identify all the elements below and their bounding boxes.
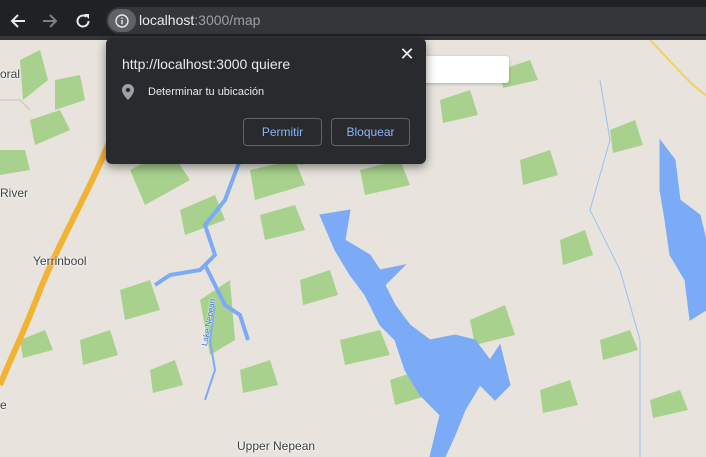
browser-toolbar: localhost:3000/map bbox=[0, 0, 706, 40]
url-text: localhost:3000/map bbox=[139, 12, 260, 28]
reload-button[interactable] bbox=[70, 8, 96, 34]
permission-row: Determinar tu ubicación bbox=[122, 84, 264, 100]
url-path: :3000/map bbox=[194, 12, 261, 28]
road bbox=[649, 40, 706, 96]
permission-title: http://localhost:3000 quiere bbox=[122, 56, 291, 72]
water-bodies bbox=[153, 138, 706, 457]
map-label: oral bbox=[0, 67, 21, 81]
close-button[interactable]: ✕ bbox=[397, 44, 417, 64]
map-label: e bbox=[0, 398, 7, 412]
back-button[interactable] bbox=[5, 8, 31, 34]
close-icon: ✕ bbox=[399, 43, 415, 64]
block-button[interactable]: Bloquear bbox=[331, 118, 410, 146]
url-host: localhost bbox=[139, 12, 195, 28]
site-info-button[interactable] bbox=[108, 9, 136, 32]
arrow-right-icon bbox=[43, 14, 58, 28]
arrow-left-icon bbox=[10, 14, 25, 28]
map-label: Upper Nepean bbox=[237, 439, 316, 453]
map-label: Yerrinbool bbox=[33, 254, 87, 268]
forward-button[interactable] bbox=[37, 8, 63, 34]
permission-text: Determinar tu ubicación bbox=[148, 86, 265, 98]
info-icon bbox=[115, 13, 129, 28]
allow-button[interactable]: Permitir bbox=[243, 118, 322, 146]
map-label: River bbox=[0, 186, 29, 200]
location-pin-icon bbox=[122, 84, 134, 100]
location-permission-dialog: http://localhost:3000 quiere ✕ Determina… bbox=[106, 38, 426, 164]
address-bar[interactable]: localhost:3000/map bbox=[106, 7, 706, 34]
reload-icon bbox=[76, 14, 90, 28]
map-search-input[interactable] bbox=[415, 56, 509, 83]
